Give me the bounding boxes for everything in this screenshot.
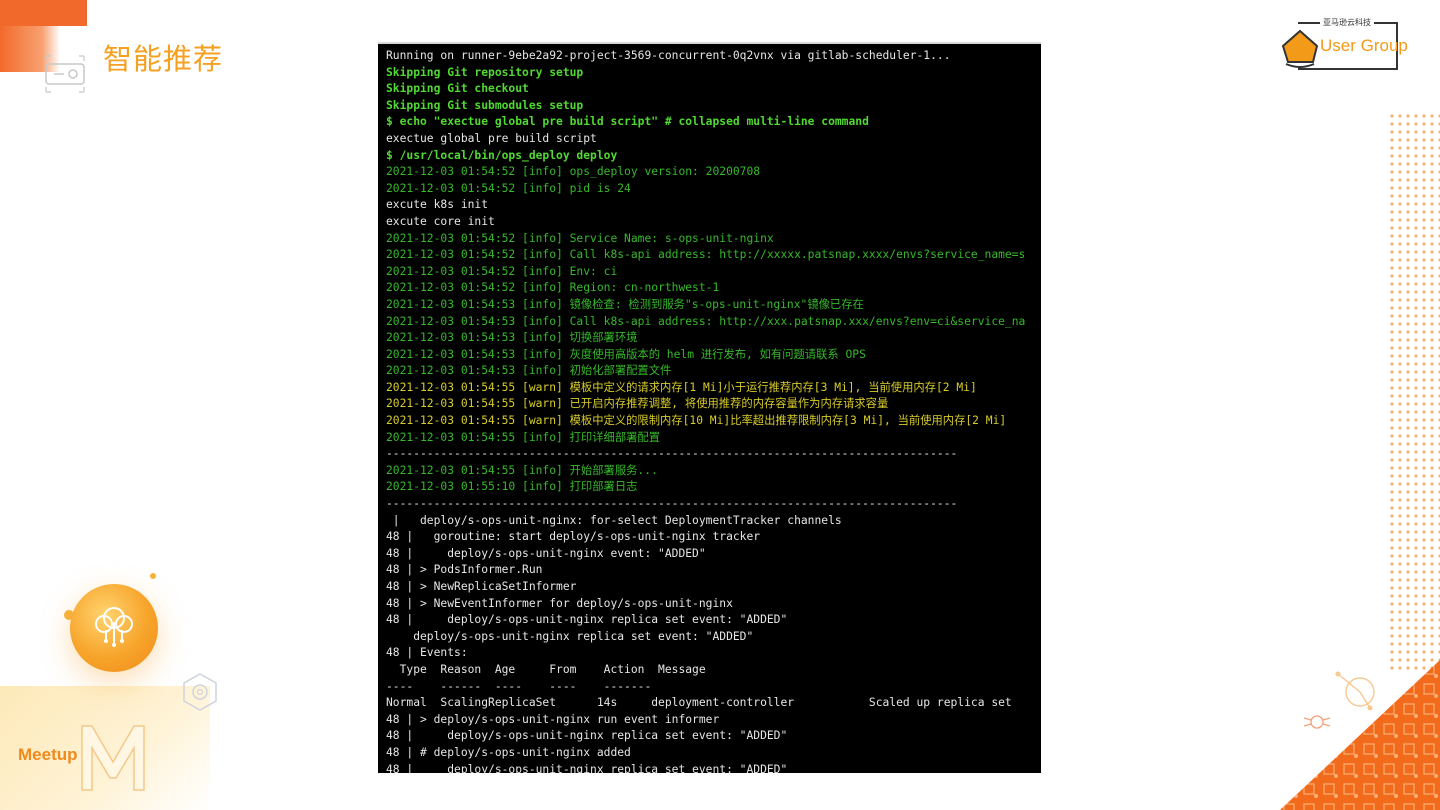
log-line: excute k8s init [386,198,489,212]
log-line: 2021-12-03 01:54:52 [info] Call k8s-api … [386,248,1026,262]
robot-icon [45,55,85,93]
log-line: excute core init [386,214,495,228]
log-line: 2021-12-03 01:54:53 [info] 切换部署环境 [386,331,638,345]
log-line: 2021-12-03 01:54:52 [info] Service Name:… [386,231,774,245]
log-line: 2021-12-03 01:54:52 [info] Region: cn-no… [386,281,720,295]
slide-title: 智能推荐 [103,42,224,76]
log-line: Skipping Git submodules setup [386,98,584,112]
brain-circuit-icon [95,607,133,647]
log-line: deploy/s-ops-unit-nginx replica set even… [386,629,754,643]
log-line: 2021-12-03 01:54:55 [warn] 模板中定义的限制内存[10… [386,414,1007,428]
user-group-logo: 亚马逊云科技 User Group [1280,14,1410,76]
log-line: 48 | deploy/s-ops-unit-nginx event: "ADD… [386,546,706,560]
log-line: 2021-12-03 01:54:52 [info] Env: ci [386,264,618,278]
log-line: 48 | Events: [386,646,468,660]
meetup-m-logo [81,725,145,791]
log-line: 2021-12-03 01:54:55 [info] 打印详细部署配置 [386,430,661,444]
dot-pattern [1388,112,1440,672]
log-line: 48 | goroutine: start deploy/s-ops-unit-… [386,530,761,544]
log-line: 2021-12-03 01:54:53 [info] 灰度使用高版本的 helm… [386,347,866,361]
log-line: Normal ScalingReplicaSet 14s deployment-… [386,696,1012,710]
log-line: 2021-12-03 01:54:52 [info] pid is 24 [386,181,631,195]
log-line: 2021-12-03 01:54:52 [info] ops_deploy ve… [386,165,761,179]
log-line: ---- ------ ---- ---- ------- [386,679,652,693]
log-line: 2021-12-03 01:55:10 [info] 打印部署日志 [386,480,638,494]
decor-dot [150,573,156,579]
log-line: 48 | deploy/s-ops-unit-nginx replica set… [386,613,788,627]
network-node-icon [1335,671,1375,711]
log-line: $ echo "exectue global pre build script"… [386,115,869,129]
log-line: Skipping Git checkout [386,82,529,96]
log-line: 2021-12-03 01:54:53 [info] 镜像检查: 检测到服务"s… [386,297,864,311]
house-logo-icon [1281,29,1319,68]
log-line: 48 | deploy/s-ops-unit-nginx replica set… [386,729,788,743]
log-line: $ /usr/local/bin/ops_deploy deploy [386,148,618,162]
log-line: 2021-12-03 01:54:55 [info] 开始部署服务... [386,463,658,477]
log-line: 2021-12-03 01:54:55 [warn] 模板中定义的请求内存[1 … [386,380,977,394]
log-line: 48 | > PodsInformer.Run [386,563,543,577]
terminal-log: Running on runner-9ebe2a92-project-3569-… [386,48,1041,773]
log-line: ----------------------------------------… [386,447,958,461]
log-line: 2021-12-03 01:54:53 [info] Call k8s-api … [386,314,1026,328]
corner-accent [0,0,87,26]
logo-text: User Group [1320,36,1408,55]
log-line: 2021-12-03 01:54:53 [info] 初始化部署配置文件 [386,364,672,378]
log-line: 48 | # deploy/s-ops-unit-nginx added [386,745,631,759]
log-line: 48 | > NewEventInformer for deploy/s-ops… [386,596,733,610]
circuit-bug-icon [1303,715,1331,729]
logo-top-text: 亚马逊云科技 [1320,17,1374,28]
meetup-label: Meetup [18,745,78,764]
log-line: Type Reason Age From Action Message [386,662,706,676]
log-line: 48 | deploy/s-ops-unit-nginx replica set… [386,762,788,773]
log-line: exectue global pre build script [386,131,597,145]
log-line: Running on runner-9ebe2a92-project-3569-… [386,49,951,62]
terminal-window: Running on runner-9ebe2a92-project-3569-… [378,42,1041,773]
log-line: 2021-12-03 01:54:55 [warn] 已开启内存推荐调整, 将使… [386,397,889,411]
log-line: 48 | > deploy/s-ops-unit-nginx run event… [386,712,720,726]
log-line: | deploy/s-ops-unit-nginx: for-select De… [386,513,842,527]
log-line: 48 | > NewReplicaSetInformer [386,580,577,593]
log-line: Skipping Git repository setup [386,65,584,79]
log-line: ----------------------------------------… [386,497,958,511]
hexagon-chip-icon [183,673,217,711]
